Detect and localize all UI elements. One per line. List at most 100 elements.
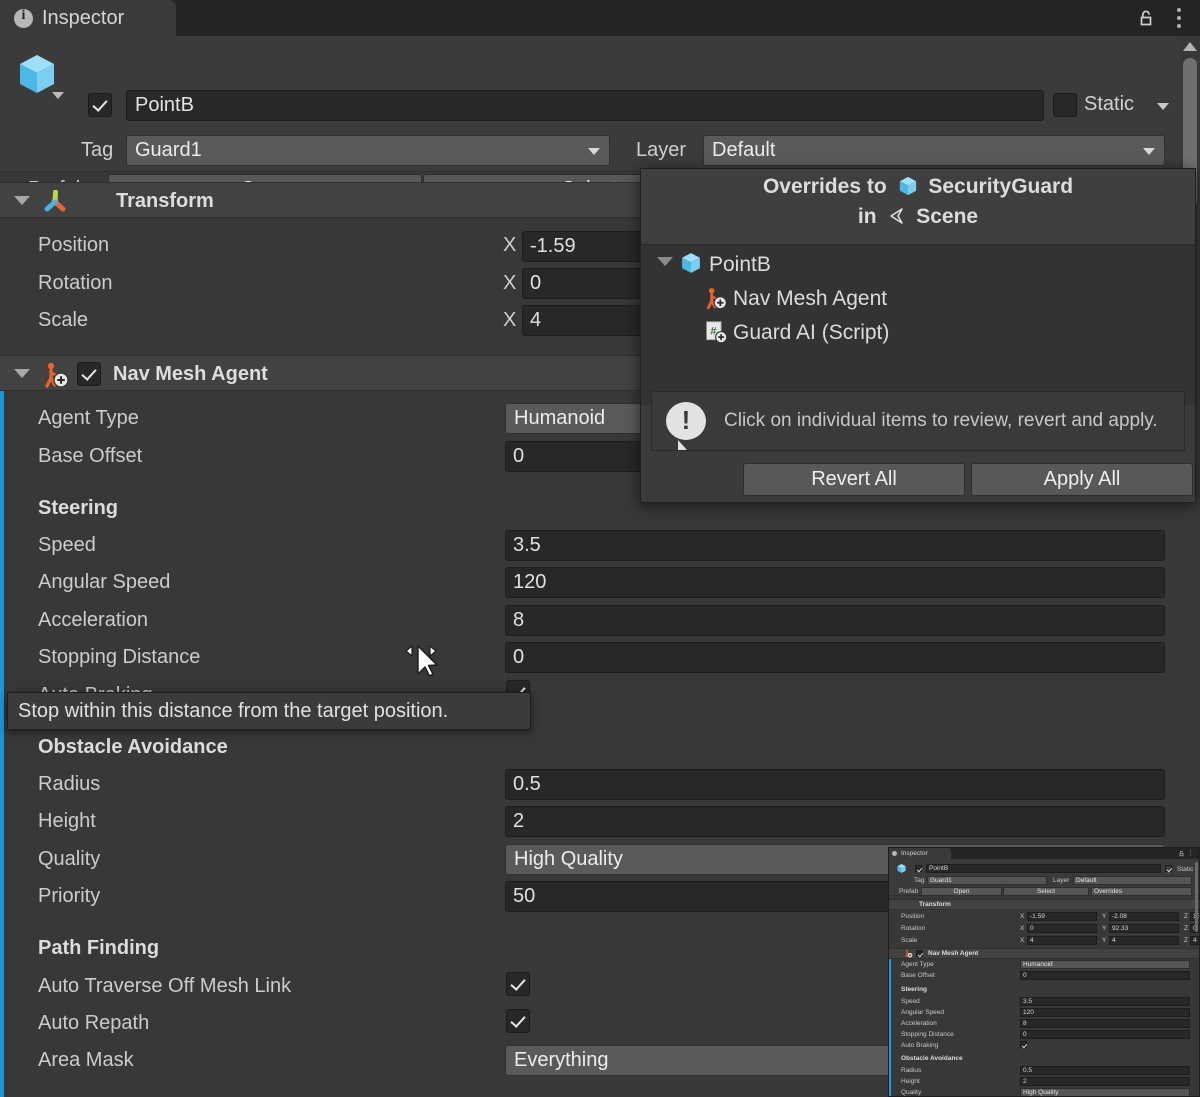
nav-mesh-agent-title: Nav Mesh Agent [113, 363, 268, 386]
transform-row-label: Rotation [38, 272, 113, 295]
overrides-root-item[interactable]: PointB [709, 253, 771, 277]
mini-auto-braking-label: Auto Braking [901, 1042, 938, 1049]
static-dropdown-arrow-icon[interactable] [1157, 103, 1169, 110]
overrides-item-list: PointB Nav Mesh Agent # Guard AI (Script… [641, 245, 1195, 405]
mini-tag-value: Guard1 [930, 877, 952, 884]
mini-static-checkbox [1165, 865, 1172, 872]
apply-all-button[interactable]: Apply All [971, 463, 1193, 496]
base-offset-label: Base Offset [38, 445, 142, 468]
cube-prefab-icon [896, 863, 907, 874]
overrides-note: Click on individual items to review, rev… [651, 391, 1185, 451]
gameobject-icon-dropdown-arrow-icon[interactable] [52, 92, 64, 99]
priority-label: Priority [38, 885, 100, 908]
mini-transform-row-label: Scale [901, 937, 917, 944]
mini-tag-dropdown: Guard1 [927, 876, 1047, 885]
overrides-note-text: Click on individual items to review, rev… [724, 410, 1158, 432]
mini-axis-y: Y [1102, 925, 1106, 932]
stopping-distance-label: Stopping Distance [38, 646, 200, 669]
transform-axis-label-x: X [503, 272, 516, 295]
angular-speed-label: Angular Speed [38, 571, 170, 594]
mini-nav-mesh-agent-enabled-checkbox [916, 950, 923, 957]
mini-height-field: 2 [1020, 1077, 1190, 1086]
tag-label: Tag [81, 139, 113, 162]
transform-title: Transform [116, 190, 214, 213]
mini-radius-field: 0.5 [1020, 1066, 1190, 1075]
mini-rotation-y: 92.33 [1109, 924, 1179, 933]
overrides-popup-scope: in Scene [641, 205, 1195, 232]
mini-tab-inspector: Inspector [889, 848, 951, 859]
nav-mesh-agent-icon [904, 949, 913, 958]
overrides-child-item[interactable]: Nav Mesh Agent [733, 287, 887, 311]
foldout-arrow-icon[interactable] [14, 196, 30, 205]
mini-auto-braking-checkbox [1020, 1041, 1027, 1048]
mini-speed-field: 3.5 [1020, 997, 1190, 1006]
mini-axis-x: X [1020, 913, 1024, 920]
radius-input[interactable]: 0.5 [505, 769, 1165, 800]
mini-stopping-distance-label: Stopping Distance [901, 1031, 954, 1038]
overrides-popup-header: Overrides to SecurityGuard in Scene [641, 169, 1195, 245]
mini-axis-z: Z [1184, 937, 1188, 944]
stopping-distance-input[interactable]: 0 [505, 642, 1165, 673]
mini-scale-x: 4 [1027, 936, 1097, 945]
mini-agent-type-label: Agent Type [901, 961, 934, 968]
mini-transform-row-label: Rotation [901, 925, 925, 932]
info-icon [892, 851, 897, 856]
layer-label: Layer [636, 139, 686, 162]
mini-steering-header: Steering [901, 986, 927, 993]
tab-inspector[interactable]: Inspector [0, 0, 176, 36]
agent-type-value: Humanoid [514, 407, 605, 430]
speed-input[interactable]: 3.5 [505, 530, 1165, 561]
mini-base-offset-label: Base Offset [901, 972, 935, 979]
static-label: Static [1084, 93, 1134, 116]
layer-dropdown[interactable]: Default [703, 135, 1165, 166]
mini-select-button: Select [1003, 887, 1089, 896]
mini-axis-z: Z [1184, 925, 1188, 932]
mini-speed-label: Speed [901, 998, 920, 1005]
mini-quality-dropdown: High Quality [1020, 1088, 1190, 1097]
unlocked-padlock-icon[interactable] [1136, 8, 1156, 28]
transform-row-label: Scale [38, 309, 88, 332]
cube-prefab-icon[interactable] [14, 51, 60, 97]
auto-traverse-off-mesh-link-label: Auto Traverse Off Mesh Link [38, 975, 291, 998]
mini-prefab-label: Prefab [899, 888, 918, 895]
gameobject-name-input[interactable]: PointB [126, 90, 1044, 121]
mini-prefab-override-indicator [889, 948, 891, 1097]
cube-prefab-icon [679, 251, 703, 275]
mini-kebab-menu-icon: ⋮ [1187, 850, 1194, 857]
height-label: Height [38, 810, 96, 833]
overrides-child-item[interactable]: Guard AI (Script) [733, 321, 889, 345]
scroll-up-arrow-icon[interactable] [1183, 42, 1197, 51]
mini-nav-mesh-agent-title: Nav Mesh Agent [928, 950, 978, 957]
mini-stopping-distance-field: 0 [1020, 1030, 1190, 1039]
mini-axis-z: Z [1184, 913, 1188, 920]
foldout-arrow-icon[interactable] [14, 369, 30, 378]
auto-repath-checkbox[interactable] [506, 1009, 530, 1033]
mini-scale-z: 4 [1190, 936, 1200, 945]
mini-position-y: -2.08 [1109, 912, 1179, 921]
auto-repath-label: Auto Repath [38, 1012, 149, 1035]
overrides-title-prefix: Overrides to [763, 175, 887, 198]
auto-traverse-off-mesh-link-checkbox[interactable] [506, 972, 530, 996]
tag-dropdown[interactable]: Guard1 [126, 135, 610, 166]
path-finding-section-header: Path Finding [38, 937, 159, 960]
mini-quality-label: Quality [901, 1089, 921, 1096]
transform-axis-label-x: X [503, 234, 516, 257]
acceleration-label: Acceleration [38, 609, 148, 632]
mini-radius-label: Radius [901, 1067, 921, 1074]
gameobject-enabled-checkbox[interactable] [88, 93, 112, 117]
mini-angular-speed-label: Angular Speed [901, 1009, 944, 1016]
overrides-foldout-arrow-icon[interactable] [657, 257, 673, 266]
height-input[interactable]: 2 [505, 806, 1165, 837]
kebab-menu-icon[interactable] [1177, 8, 1182, 29]
revert-all-button[interactable]: Revert All [743, 463, 965, 496]
mini-rotation-x: 0 [1027, 924, 1097, 933]
mini-base-offset-field: 0 [1020, 971, 1190, 980]
overrides-prefab-name: SecurityGuard [928, 175, 1073, 198]
static-checkbox[interactable] [1053, 93, 1077, 117]
nav-mesh-agent-enabled-checkbox[interactable] [77, 362, 101, 386]
angular-speed-input[interactable]: 120 [505, 567, 1165, 598]
mini-tab-label: Inspector [901, 850, 928, 857]
chevron-down-icon [1143, 148, 1155, 155]
cube-prefab-icon [897, 175, 919, 203]
acceleration-input[interactable]: 8 [505, 605, 1165, 636]
